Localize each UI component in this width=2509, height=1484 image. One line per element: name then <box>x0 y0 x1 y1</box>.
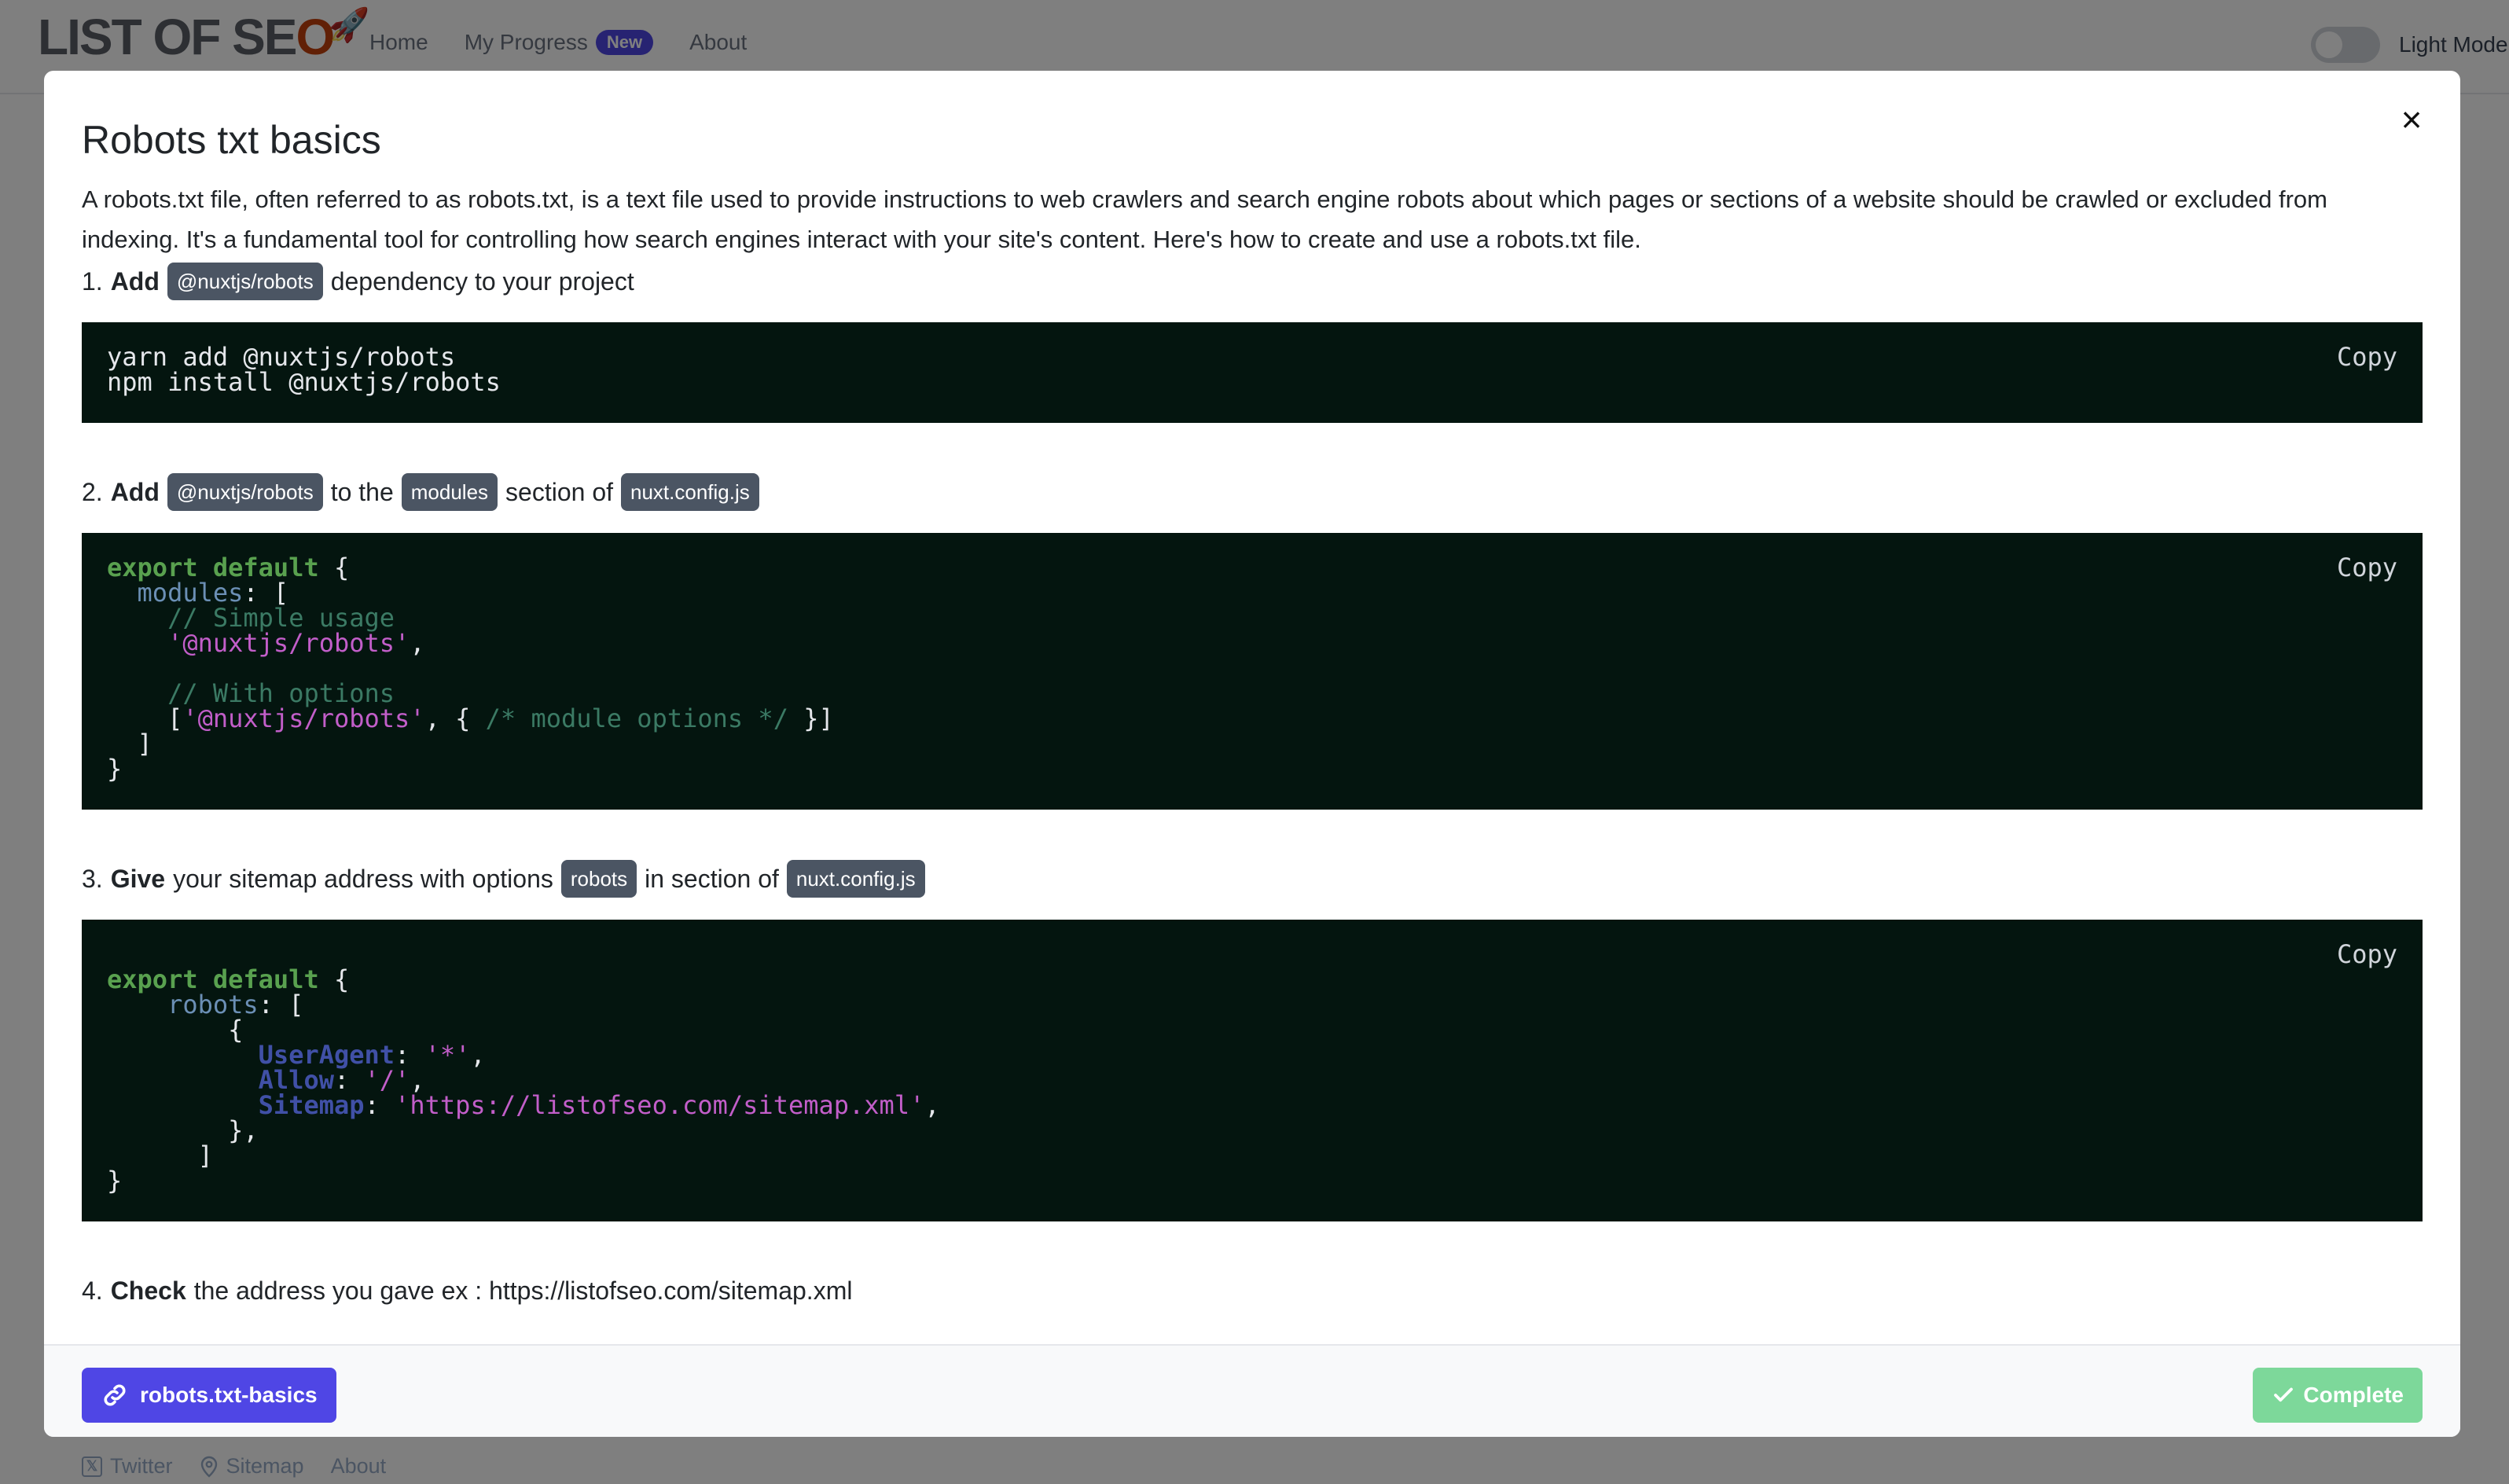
complete-button[interactable]: Complete <box>2253 1368 2423 1423</box>
footer-about[interactable]: About <box>331 1454 387 1478</box>
code-chip: nuxt.config.js <box>786 860 925 898</box>
modal-body: Robots txt basics A robots.txt file, oft… <box>82 115 2423 1313</box>
code-block-2: export default { modules: [ // Simple us… <box>82 533 2423 810</box>
footer-twitter[interactable]: 𝕏 Twitter <box>82 1454 173 1478</box>
modal-footer: robots.txt-basics Complete <box>44 1344 2460 1437</box>
step-3: 3. Give your sitemap address with options… <box>82 857 2423 901</box>
step-1: 1. Add @nuxtjs/robots dependency to your … <box>82 259 2423 303</box>
map-pin-icon <box>200 1456 217 1478</box>
check-icon <box>2274 1387 2294 1402</box>
code-chip: @nuxtjs/robots <box>167 473 323 511</box>
modal-title: Robots txt basics <box>82 118 381 162</box>
link-icon <box>104 1384 126 1406</box>
step-2: 2. Add @nuxtjs/robots to the modules sect… <box>82 470 2423 514</box>
modal-dialog: × Robots txt basics A robots.txt file, o… <box>44 71 2460 1437</box>
code-chip: modules <box>401 473 498 511</box>
code-chip: robots <box>560 860 637 898</box>
step-4: 4. Check the address you gave ex : https:… <box>82 1276 853 1305</box>
permalink-button[interactable]: robots.txt-basics <box>82 1368 336 1423</box>
code-chip: @nuxtjs/robots <box>167 263 323 300</box>
copy-button[interactable]: Copy <box>2337 555 2397 580</box>
footer-sitemap[interactable]: Sitemap <box>200 1454 304 1478</box>
code-block-3: export default { robots: [ { UserAgent: … <box>82 920 2423 1221</box>
x-icon: 𝕏 <box>82 1456 102 1477</box>
copy-button[interactable]: Copy <box>2337 344 2397 369</box>
code-block-1: yarn add @nuxtjs/robots npm install @nux… <box>82 322 2423 423</box>
page-footer: 𝕏 Twitter Sitemap About <box>82 1454 386 1478</box>
code-chip: nuxt.config.js <box>621 473 759 511</box>
copy-button[interactable]: Copy <box>2337 942 2397 967</box>
intro-text: A robots.txt file, often referred to as … <box>82 186 2327 253</box>
